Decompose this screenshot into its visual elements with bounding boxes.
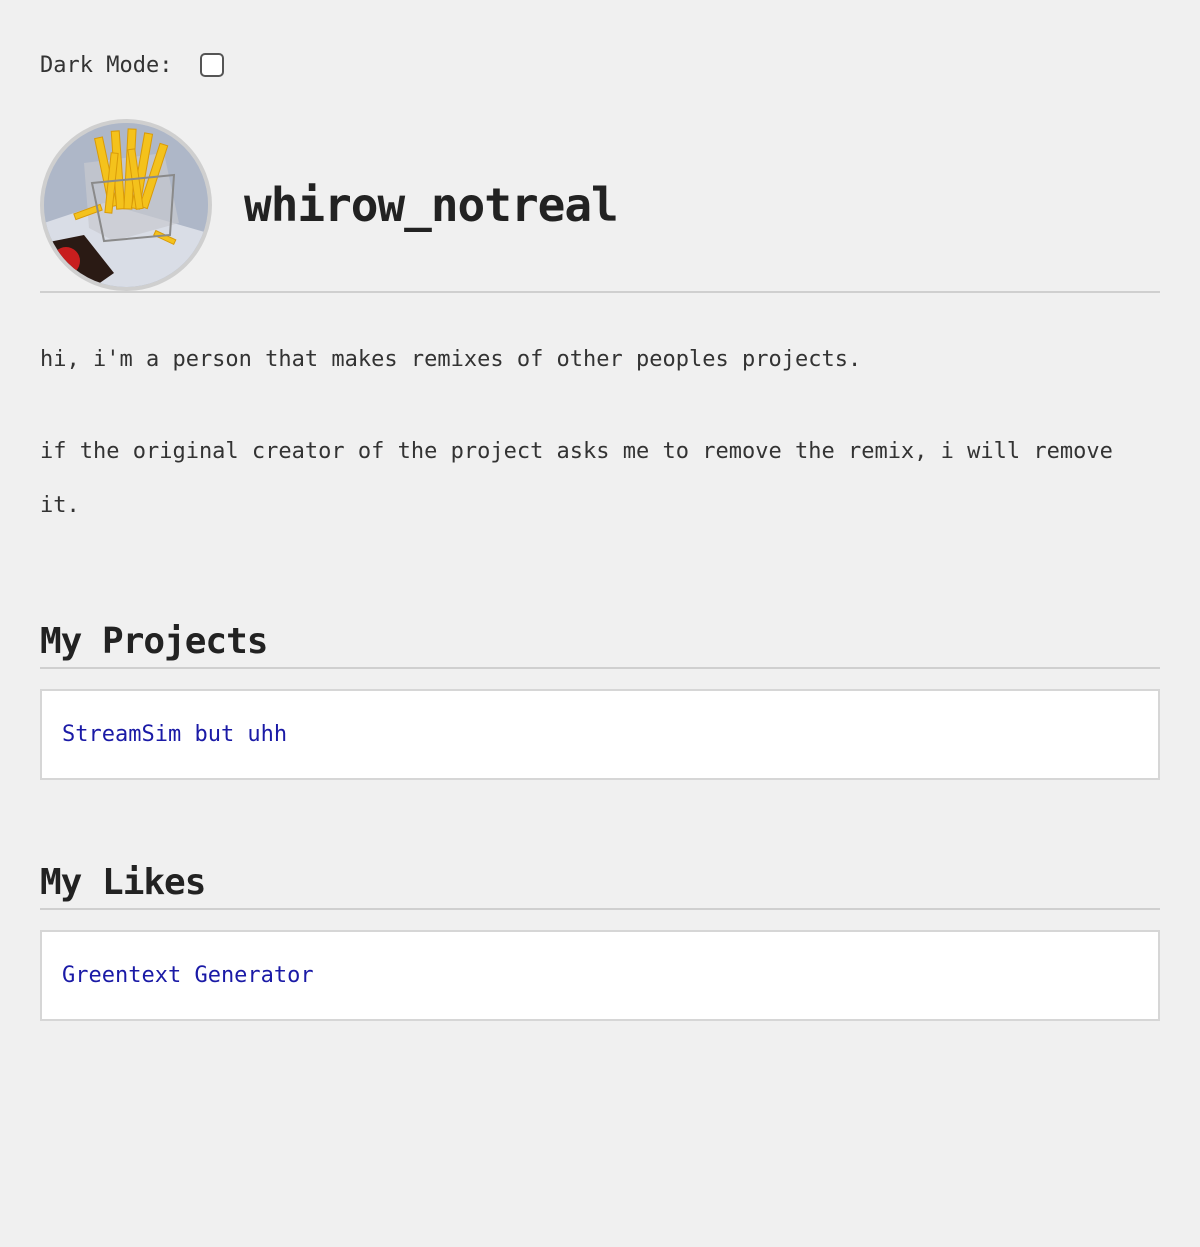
dark-mode-setting: Dark Mode:: [40, 47, 1160, 83]
bio-line: if the original creator of the project a…: [40, 439, 1113, 518]
project-card: StreamSim but uhh: [40, 689, 1160, 780]
username: whirow_notreal: [244, 178, 619, 232]
profile-page: Dark Mode: whirow_notreal hi, i'm a pers…: [0, 47, 1200, 1021]
header-divider: [40, 291, 1160, 293]
profile-header: whirow_notreal: [40, 119, 1160, 291]
french-fries-photo-icon: [44, 123, 208, 287]
bio: hi, i'm a person that makes remixes of o…: [40, 333, 1160, 533]
project-link[interactable]: StreamSim but uhh: [62, 722, 287, 747]
likes-divider: [40, 908, 1160, 910]
projects-heading: My Projects: [40, 621, 268, 662]
liked-card: Greentext Generator: [40, 930, 1160, 1021]
projects-divider: [40, 667, 1160, 669]
dark-mode-label: Dark Mode:: [40, 52, 173, 78]
liked-project-link[interactable]: Greentext Generator: [62, 963, 314, 988]
avatar: [40, 119, 212, 291]
likes-heading: My Likes: [40, 862, 206, 903]
dark-mode-checkbox[interactable]: [200, 53, 225, 77]
bio-line: hi, i'm a person that makes remixes of o…: [40, 347, 862, 372]
